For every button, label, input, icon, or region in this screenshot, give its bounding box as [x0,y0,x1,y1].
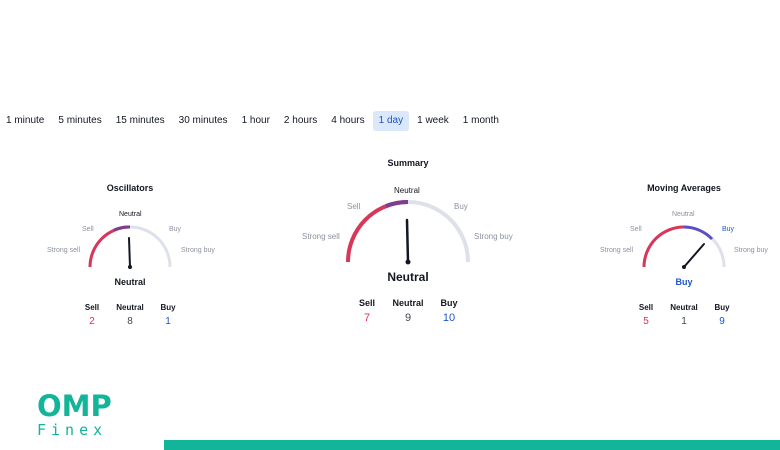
summary-label-strong-sell: Strong sell [302,232,340,241]
oscillators-needle [128,237,131,268]
summary-count-buy: Buy 10 [429,298,469,324]
oscillators-arc-sell [88,225,131,268]
summary-count-neutral: Neutral 9 [387,298,429,324]
summary-needle [405,218,410,264]
oscillators-label-sell: Sell [82,226,94,233]
moving-averages-label-strong-sell: Strong sell [600,247,634,254]
oscillators-result: Neutral [114,277,146,287]
oscillators-label-buy: Buy [169,226,182,233]
tab-1-hour[interactable]: 1 hour [236,111,276,131]
moving-averages-sell-label: Sell [638,303,654,312]
tab-5-minutes[interactable]: 5 minutes [52,111,107,131]
timeframe-tabs: 1 minute 5 minutes 15 minutes 30 minutes… [0,111,507,131]
summary-neutral-value: 9 [404,312,412,324]
summary-sell-label: Sell [358,298,375,308]
summary-neutral-label: Neutral [392,298,424,308]
oscillators-label-strong-buy: Strong buy [181,247,215,254]
oscillators-counts: Sell 2 Neutral 8 Buy 1 [40,303,220,327]
oscillators-count-neutral: Neutral 8 [109,303,151,327]
moving-averages-needle [683,243,705,268]
moving-averages-count-buy: Buy 9 [705,303,739,327]
summary-needle-pivot [405,259,411,265]
oscillators-count-buy: Buy 1 [151,303,185,327]
summary-buy-value: 10 [442,312,456,324]
moving-averages-arc-track [642,225,726,268]
tab-1-minute[interactable]: 1 minute [0,111,50,131]
moving-averages-counts: Sell 5 Neutral 1 Buy 9 [594,303,774,327]
oscillators-buy-value: 1 [165,316,171,327]
summary-label-sell: Sell [347,202,361,211]
oscillators-label-neutral: Neutral [119,211,142,218]
summary-label-buy: Buy [454,202,468,211]
summary-arc-neutral [385,199,409,208]
moving-averages-label-buy: Buy [722,226,735,233]
oscillators-sell-label: Sell [84,303,100,312]
logo-wordmark-omp: OMP [37,389,112,423]
summary-dial: Strong sell Sell Neutral Buy Strong buy [302,186,513,265]
moving-averages-arc-sell [642,225,685,268]
moving-averages-label-neutral: Neutral [672,211,695,218]
summary-count-sell: Sell 7 [347,298,387,324]
tab-2-hours[interactable]: 2 hours [278,111,323,131]
tab-15-minutes[interactable]: 15 minutes [110,111,171,131]
moving-averages-dial: Strong sell Sell Neutral Buy Strong buy [600,211,768,269]
summary-sell-value: 7 [363,312,371,324]
oscillators-label-strong-sell: Strong sell [47,247,81,254]
omp-finex-logo: OMP Finex [37,391,127,439]
oscillators-gauge: Oscillators Strong sell Sell Neutral Buy… [40,183,220,333]
summary-counts: Sell 7 Neutral 9 Buy 10 [288,298,528,324]
oscillators-dial: Strong sell Sell Neutral Buy Strong buy [47,211,215,269]
oscillators-arc-neutral [113,225,131,232]
tab-1-day[interactable]: 1 day [372,111,410,131]
moving-averages-needle-pivot [682,265,686,269]
summary-buy-label: Buy [440,298,458,308]
moving-averages-neutral-label: Neutral [670,303,698,312]
moving-averages-label-sell: Sell [630,226,642,233]
summary-result: Neutral [387,270,429,284]
moving-averages-buy-value: 9 [719,316,725,327]
oscillators-needle-pivot [128,265,132,269]
oscillators-count-sell: Sell 2 [75,303,109,327]
moving-averages-gauge: Moving Averages Strong sell Sell Neutral… [594,183,774,333]
summary-label-neutral: Neutral [394,186,420,195]
moving-averages-result: Buy [675,277,693,287]
oscillators-sell-value: 2 [89,316,95,327]
tab-30-minutes[interactable]: 30 minutes [173,111,234,131]
summary-gauge: Summary Strong sell Sell Neutral Buy Str… [288,158,528,333]
moving-averages-label-strong-buy: Strong buy [734,247,768,254]
moving-averages-buy-label: Buy [714,303,730,312]
oscillators-neutral-value: 8 [127,316,133,327]
moving-averages-count-sell: Sell 5 [629,303,663,327]
logo-wordmark-finex: Finex [37,421,108,439]
tab-1-week[interactable]: 1 week [411,111,455,131]
moving-averages-neutral-value: 1 [681,316,687,327]
tab-4-hours[interactable]: 4 hours [325,111,370,131]
footer-accent-bar [164,440,780,450]
moving-averages-sell-value: 5 [643,316,649,327]
oscillators-neutral-label: Neutral [116,303,144,312]
oscillators-buy-label: Buy [160,303,176,312]
tab-1-month[interactable]: 1 month [457,111,505,131]
summary-label-strong-buy: Strong buy [474,232,513,241]
moving-averages-count-neutral: Neutral 1 [663,303,705,327]
summary-arc-sell [346,200,409,263]
